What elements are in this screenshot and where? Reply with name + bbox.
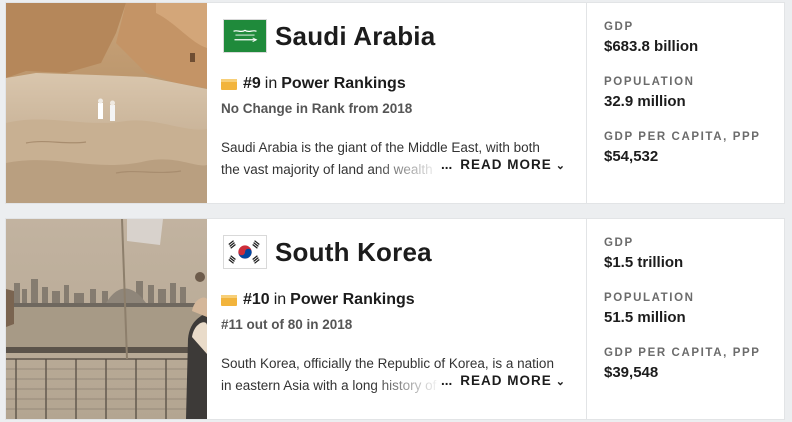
gdp-label: GDP — [604, 21, 634, 33]
population-value: 32.9 million — [604, 93, 686, 110]
read-more-button[interactable]: ... READ MORE ⌄ — [441, 157, 566, 172]
rank-in-text: in — [273, 291, 287, 308]
saudi-flag-icon — [223, 19, 267, 53]
gdp-per-capita-label: GDP PER CAPITA, PPP — [604, 131, 761, 143]
power-rankings-label: Power Rankings — [281, 75, 406, 92]
read-more-button[interactable]: ... READ MORE ⌄ — [441, 373, 566, 388]
rank-change-text: No Change in Rank from 2018 — [221, 101, 413, 116]
country-stats: GDP $683.8 billion POPULATION 32.9 milli… — [586, 3, 784, 203]
power-ranking[interactable]: #10 in Power Rankings — [221, 291, 415, 311]
country-photo[interactable] — [6, 219, 207, 419]
rank-change-text: #11 out of 80 in 2018 — [221, 317, 353, 332]
rank-number: #9 — [243, 75, 261, 92]
power-ranking[interactable]: #9 in Power Rankings — [221, 75, 406, 95]
rank-number: #10 — [243, 291, 270, 308]
country-stats: GDP $1.5 trillion POPULATION 51.5 millio… — [586, 219, 784, 419]
gdp-value: $1.5 trillion — [604, 254, 684, 271]
city-river-photo — [6, 219, 207, 419]
chevron-down-icon: ⌄ — [555, 160, 566, 172]
trophy-icon — [221, 77, 237, 95]
description-line-2: in eastern Asia with a long history of — [221, 375, 441, 397]
country-name[interactable]: Saudi Arabia — [275, 21, 435, 52]
description-line-1: South Korea, officially the Republic of … — [221, 356, 554, 371]
power-rankings-label: Power Rankings — [290, 291, 415, 308]
population-label: POPULATION — [604, 76, 695, 88]
gdp-per-capita-value: $54,532 — [604, 148, 659, 165]
population-value: 51.5 million — [604, 309, 686, 326]
read-more-label: READ MORE — [460, 157, 552, 172]
gdp-value: $683.8 billion — [604, 38, 699, 55]
country-photo[interactable] — [6, 3, 207, 203]
rank-in-text: in — [264, 75, 278, 92]
ellipsis: ... — [441, 373, 453, 388]
trophy-icon — [221, 293, 237, 311]
population-label: POPULATION — [604, 292, 695, 304]
gdp-label: GDP — [604, 237, 634, 249]
description-line-2: the vast majority of land and wealth — [221, 159, 441, 181]
country-name[interactable]: South Korea — [275, 237, 432, 268]
gdp-per-capita-value: $39,548 — [604, 364, 659, 381]
chevron-down-icon: ⌄ — [555, 376, 566, 388]
south-korea-flag-icon — [223, 235, 267, 269]
country-card-saudi-arabia[interactable]: Saudi Arabia #9 in Power Rankings No Chang… — [5, 2, 785, 204]
ellipsis: ... — [441, 157, 453, 172]
country-card-south-korea[interactable]: South Korea #10 in Power Rankings #11 out … — [5, 218, 785, 420]
gdp-per-capita-label: GDP PER CAPITA, PPP — [604, 347, 761, 359]
card-main: South Korea #10 in Power Rankings #11 out … — [207, 219, 586, 419]
desert-rock-photo — [6, 3, 207, 203]
card-main: Saudi Arabia #9 in Power Rankings No Chang… — [207, 3, 586, 203]
read-more-label: READ MORE — [460, 373, 552, 388]
description-line-1: Saudi Arabia is the giant of the Middle … — [221, 140, 540, 155]
